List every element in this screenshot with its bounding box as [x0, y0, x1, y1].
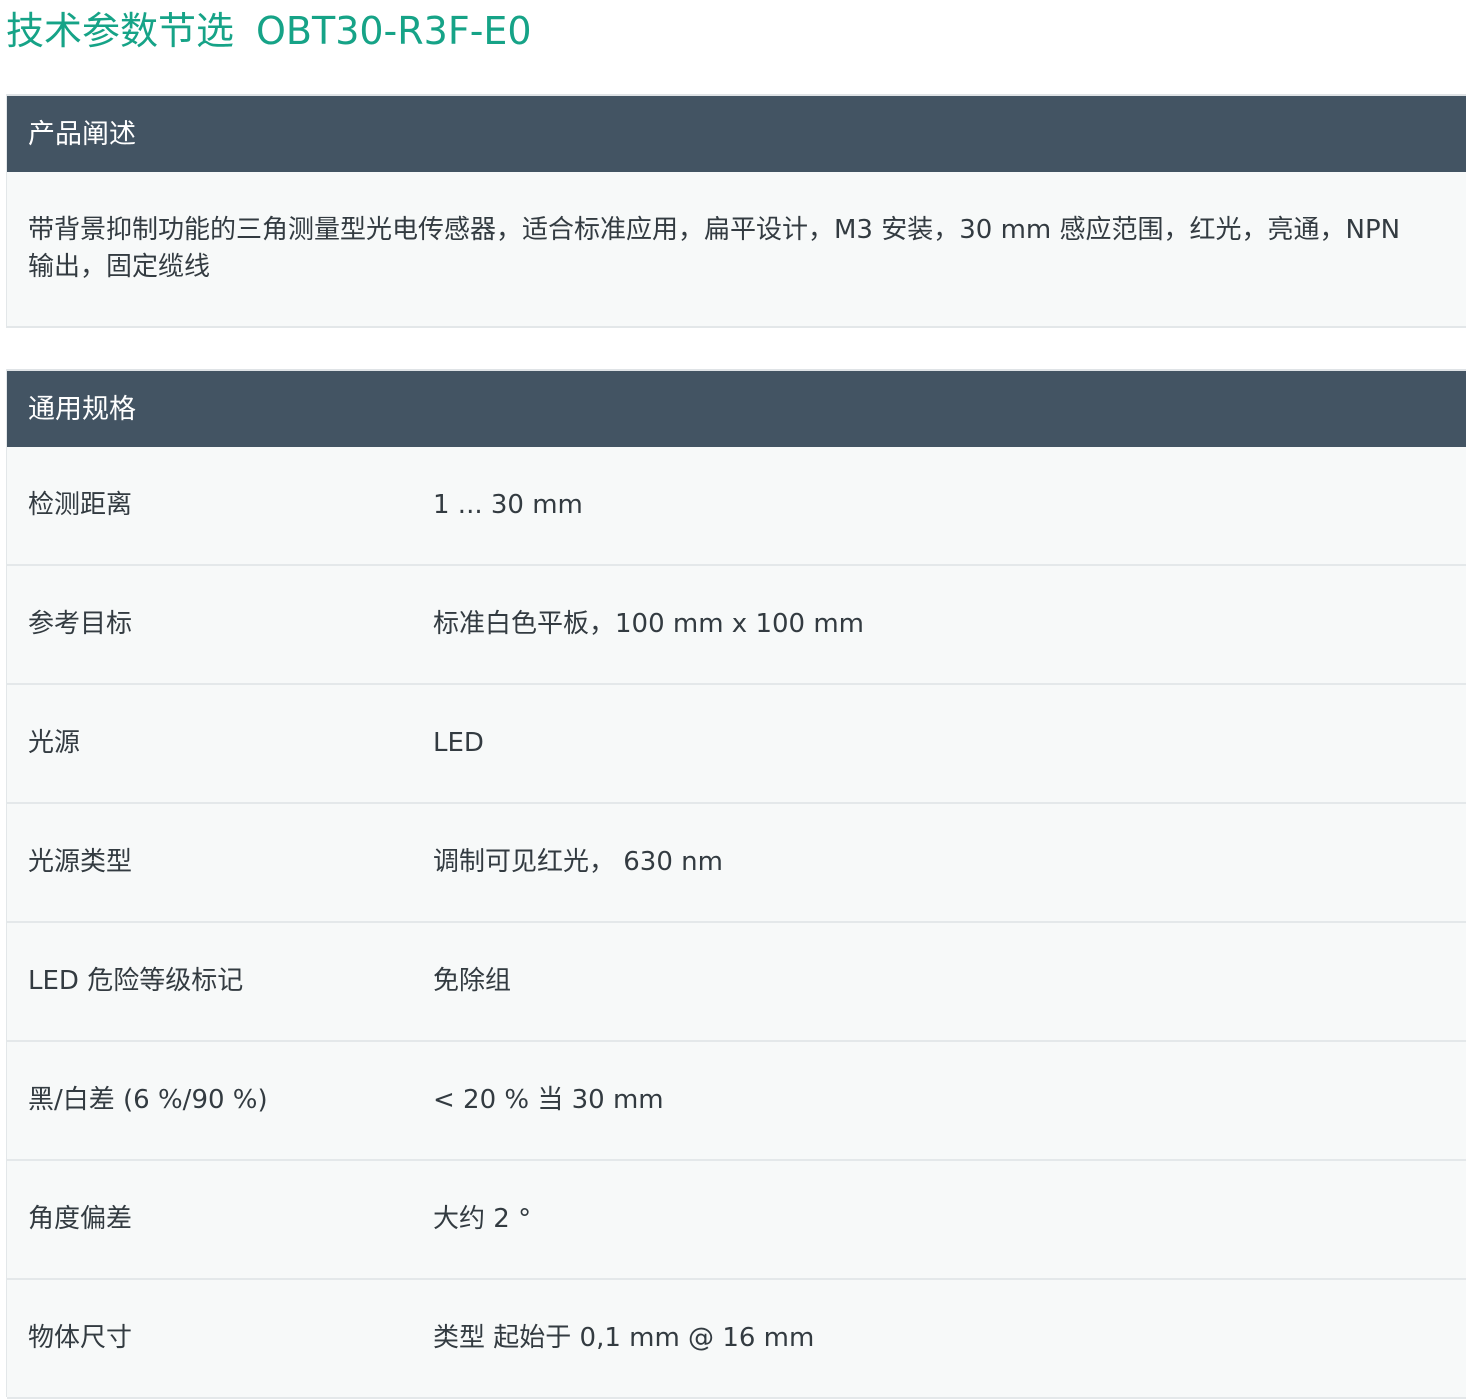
spec-label: 检测距离: [28, 490, 133, 520]
spec-value: 1 ... 30 mm: [433, 490, 583, 520]
spec-value: 免除组: [433, 966, 512, 996]
general-specs-section: 通用规格 检测距离 1 ... 30 mm 参考目标 标准白色平板，100 mm…: [6, 369, 1466, 1399]
spec-row-detection-range: 检测距离 1 ... 30 mm: [7, 447, 1466, 566]
spec-row-led-risk-group: LED 危险等级标记 免除组: [7, 923, 1466, 1042]
page-title-text: 技术参数节选: [6, 9, 235, 53]
spec-label: 黑/白差 (6 %/90 %): [28, 1085, 268, 1115]
spec-value: 大约 2 °: [433, 1204, 532, 1234]
spec-label: 光源: [28, 728, 81, 758]
spec-row-light-type: 光源类型 调制可见红光， 630 nm: [7, 804, 1466, 923]
page-title: 技术参数节选 OBT30-R3F-E0: [6, 6, 532, 56]
spec-row-reference-target: 参考目标 标准白色平板，100 mm x 100 mm: [7, 566, 1466, 685]
spec-value: < 20 % 当 30 mm: [433, 1085, 664, 1115]
spec-value: LED: [433, 728, 484, 758]
spec-row-light-source: 光源 LED: [7, 685, 1466, 804]
spec-row-angle-deviation: 角度偏差 大约 2 °: [7, 1161, 1466, 1280]
product-description-header: 产品阐述: [7, 94, 1466, 172]
spec-row-object-size: 物体尺寸 类型 起始于 0,1 mm @ 16 mm: [7, 1280, 1466, 1399]
product-description-text: 带背景抑制功能的三角测量型光电传感器，适合标准应用，扁平设计，M3 安装，30 …: [28, 215, 1401, 282]
spec-label: LED 危险等级标记: [28, 966, 244, 996]
spec-value: 类型 起始于 0,1 mm @ 16 mm: [433, 1323, 815, 1353]
spec-label: 物体尺寸: [28, 1323, 133, 1353]
spec-label: 光源类型: [28, 847, 133, 877]
spec-value: 调制可见红光， 630 nm: [433, 847, 723, 877]
spec-label: 角度偏差: [28, 1204, 133, 1234]
spec-row-black-white-difference: 黑/白差 (6 %/90 %) < 20 % 当 30 mm: [7, 1042, 1466, 1161]
product-model: OBT30-R3F-E0: [256, 9, 532, 53]
spec-label: 参考目标: [28, 609, 133, 639]
general-specs-header: 通用规格: [7, 369, 1466, 447]
product-description-section: 产品阐述 带背景抑制功能的三角测量型光电传感器，适合标准应用，扁平设计，M3 安…: [6, 94, 1466, 328]
spec-value: 标准白色平板，100 mm x 100 mm: [433, 609, 865, 639]
